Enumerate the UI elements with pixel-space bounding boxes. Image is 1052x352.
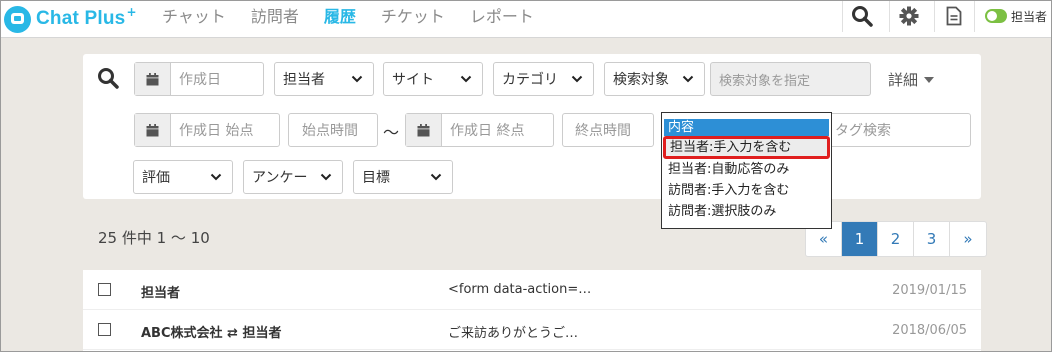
toggle-label: 担当者: [1011, 9, 1048, 24]
calendar-icon: [406, 114, 442, 146]
search-target-input[interactable]: 検索対象を指定: [710, 62, 871, 96]
search-panel: 作成日 担当者 サイト カテゴリ 検索対象 検索対象を指定 詳細 作成日 始点 …: [83, 54, 981, 199]
dropdown-header-option[interactable]: 内容: [664, 119, 829, 136]
search-button[interactable]: [842, 0, 880, 32]
table-row[interactable]: 担当者 <form data-action=… 2019/01/15: [83, 270, 981, 310]
calendar-icon: [135, 114, 171, 146]
row-participants: ABC株式会社 ⇄ 担当者: [141, 326, 282, 341]
chevron-down-icon: [682, 75, 694, 83]
dropdown-option[interactable]: 担当者:自動応答のみ: [662, 159, 831, 180]
rating-select[interactable]: 評価: [133, 160, 233, 194]
search-target-select-label: 検索対象: [613, 72, 669, 88]
goal-select-label: 目標: [362, 170, 390, 186]
pagination: « 1 2 3 »: [805, 221, 987, 257]
end-time-input[interactable]: 終点時間: [562, 113, 654, 147]
start-date-placeholder: 作成日 始点: [179, 123, 254, 139]
chat-bubble-logo-icon: [4, 5, 31, 33]
logo-text: Chat Plus: [36, 8, 126, 29]
chevron-down-icon: [571, 75, 583, 83]
search-target-select[interactable]: 検索対象: [604, 62, 705, 96]
row-checkbox[interactable]: [98, 323, 111, 336]
document-icon: [946, 6, 961, 26]
end-time-placeholder: 終点時間: [575, 123, 631, 139]
settings-button[interactable]: [889, 0, 927, 32]
chevron-down-icon: [320, 173, 332, 181]
end-date-input[interactable]: 作成日 終点: [405, 113, 554, 147]
toggle-switch[interactable]: [985, 9, 1007, 23]
caret-down-icon: [924, 76, 935, 83]
logo[interactable]: Chat Plus +: [4, 4, 137, 34]
assignee-status-toggle[interactable]: 担当者: [974, 0, 1052, 32]
search-icon: [851, 6, 873, 27]
site-select[interactable]: サイト: [383, 62, 483, 96]
chevron-down-icon: [460, 75, 472, 83]
assignee-select[interactable]: 担当者: [274, 62, 374, 96]
row-message: <form data-action=…: [448, 282, 592, 297]
detail-toggle[interactable]: 詳細: [888, 69, 935, 90]
site-select-label: サイト: [392, 72, 434, 88]
row-date: 2019/01/15: [892, 283, 967, 298]
table-row[interactable]: ABC株式会社 ⇄ 担当者 ご来訪ありがとうご… 2018/06/05: [83, 310, 981, 350]
end-date-placeholder: 作成日 終点: [450, 123, 525, 139]
pagination-page-2[interactable]: 2: [878, 222, 914, 256]
assignee-select-label: 担当者: [283, 72, 325, 88]
tag-search-placeholder: タグ検索: [835, 123, 891, 139]
pagination-next[interactable]: »: [950, 222, 986, 256]
search-icon: [98, 68, 119, 89]
pagination-page-1[interactable]: 1: [842, 222, 878, 256]
range-separator: 〜: [383, 123, 400, 142]
nav-history[interactable]: 履歴: [324, 3, 356, 27]
created-date-input[interactable]: 作成日: [134, 62, 264, 96]
row-participants: 担当者: [141, 286, 181, 301]
rating-select-label: 評価: [142, 170, 170, 186]
nav-chat[interactable]: チャット: [162, 3, 226, 27]
chevron-down-icon: [430, 173, 442, 181]
row-checkbox[interactable]: [98, 283, 111, 296]
category-select[interactable]: カテゴリ: [493, 62, 594, 96]
goal-select[interactable]: 目標: [353, 160, 453, 194]
main-nav: チャット 訪問者 履歴 チケット レポート: [162, 0, 559, 30]
dropdown-option-highlighted[interactable]: 担当者:手入力を含む: [663, 136, 830, 159]
start-time-input[interactable]: 始点時間: [288, 113, 378, 147]
logo-plus: +: [126, 5, 137, 19]
start-date-input[interactable]: 作成日 始点: [134, 113, 280, 147]
chevron-down-icon: [351, 75, 363, 83]
tag-search-input[interactable]: タグ検索: [828, 113, 971, 147]
nav-reports[interactable]: レポート: [470, 3, 534, 27]
dropdown-option[interactable]: 訪問者:選択肢のみ: [662, 201, 831, 222]
row-message: ご来訪ありがとうご…: [448, 326, 579, 341]
survey-select[interactable]: アンケー: [243, 160, 343, 194]
category-select-label: カテゴリ: [502, 72, 558, 88]
top-bar: Chat Plus + チャット 訪問者 履歴 チケット レポート 担当者: [0, 0, 1052, 38]
survey-select-label: アンケー: [252, 170, 308, 186]
result-count: 25 件中 1 〜 10: [98, 229, 210, 247]
calendar-icon: [135, 63, 171, 95]
gear-icon: [899, 6, 918, 26]
search-target-input-placeholder: 検索対象を指定: [719, 73, 811, 89]
created-date-placeholder: 作成日: [179, 72, 221, 88]
dropdown-option[interactable]: 訪問者:手入力を含む: [662, 180, 831, 201]
nav-visitors[interactable]: 訪問者: [251, 3, 299, 27]
pagination-page-3[interactable]: 3: [914, 222, 950, 256]
history-list: 担当者 <form data-action=… 2019/01/15 ABC株式…: [83, 270, 981, 352]
nav-tickets[interactable]: チケット: [381, 3, 445, 27]
start-time-placeholder: 始点時間: [302, 123, 358, 139]
chevron-down-icon: [210, 173, 222, 181]
detail-label: 詳細: [888, 71, 919, 89]
document-button[interactable]: [934, 0, 972, 32]
row-date: 2018/06/05: [892, 323, 967, 338]
search-target-dropdown: 内容 担当者:手入力を含む 担当者:自動応答のみ 訪問者:手入力を含む 訪問者:…: [661, 112, 832, 229]
